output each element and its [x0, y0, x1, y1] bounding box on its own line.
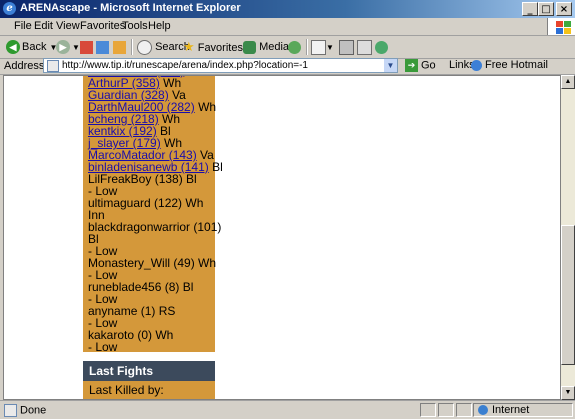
- last-fights-panel: Last Fights Last Killed by:: [83, 361, 215, 399]
- title-bar: e ARENAscape - Microsoft Internet Explor…: [0, 0, 575, 18]
- zone-label: Internet: [492, 404, 530, 416]
- messenger-icon: [375, 40, 388, 54]
- favorites-button[interactable]: ★ Favorites: [183, 39, 243, 55]
- toolbar-separator: [131, 39, 133, 55]
- menu-help[interactable]: Help: [148, 20, 171, 32]
- page-icon: [4, 404, 17, 417]
- player-class: Wh: [194, 100, 217, 114]
- last-fights-title: Last Fights: [89, 364, 154, 378]
- refresh-icon: [96, 40, 109, 54]
- search-button[interactable]: Search: [137, 39, 190, 55]
- minimize-button[interactable]: _: [522, 2, 538, 16]
- window-title: ARENAscape - Microsoft Internet Explorer: [20, 2, 241, 14]
- back-button[interactable]: ◀ Back ▼: [6, 39, 57, 55]
- page-content: SSJ5Trunks (359) FaArthurP (358) WhGuard…: [3, 75, 561, 400]
- menu-tools[interactable]: Tools: [122, 20, 148, 32]
- standard-toolbar: ◀ Back ▼ ▶ ▼ Search ★ Favorites Media ▼: [0, 36, 575, 59]
- status-bar: Done Internet: [0, 400, 575, 419]
- player-entry-text: - Low: [88, 340, 118, 354]
- status-text: Done: [4, 404, 46, 417]
- security-zone: Internet: [473, 403, 573, 417]
- edit-icon: [357, 39, 372, 55]
- hotmail-icon: [471, 59, 482, 71]
- windows-flag-icon: [547, 18, 575, 35]
- menu-edit[interactable]: Edit: [34, 20, 53, 32]
- status-done: Done: [20, 404, 47, 417]
- address-dropdown-icon[interactable]: ▼: [384, 59, 397, 72]
- star-icon: ★: [183, 39, 195, 54]
- go-label: Go: [421, 59, 436, 72]
- stop-button[interactable]: [80, 39, 93, 55]
- mail-icon: [311, 39, 326, 55]
- back-label: Back: [22, 41, 47, 53]
- refresh-button[interactable]: [96, 39, 109, 55]
- print-icon: [339, 39, 354, 55]
- edit-button[interactable]: [357, 39, 372, 55]
- scroll-up-arrow-icon[interactable]: ▲: [561, 75, 575, 89]
- player-list: SSJ5Trunks (359) FaArthurP (358) WhGuard…: [88, 76, 223, 354]
- messenger-button[interactable]: [375, 39, 388, 55]
- player-class: Bl: [208, 160, 223, 174]
- menu-view[interactable]: View: [56, 20, 80, 32]
- scroll-thumb[interactable]: [561, 225, 575, 365]
- print-button[interactable]: [339, 39, 354, 55]
- stop-icon: [80, 40, 93, 54]
- free-hotmail-link[interactable]: Free Hotmail: [471, 59, 548, 71]
- history-icon: [288, 40, 301, 54]
- chevron-down-icon: ▼: [72, 43, 80, 52]
- mail-button[interactable]: ▼: [311, 39, 334, 55]
- page-icon: [47, 60, 59, 72]
- media-button[interactable]: Media: [243, 39, 289, 55]
- go-arrow-icon: ➔: [405, 59, 418, 72]
- player-entry-text: ultimaguard (122) Wh: [88, 196, 204, 210]
- media-icon: [243, 40, 256, 54]
- status-cell: [420, 403, 436, 417]
- last-killed-by-label: Last Killed by:: [89, 383, 164, 397]
- favorites-label: Favorites: [197, 42, 243, 54]
- menu-file[interactable]: File: [14, 20, 32, 32]
- status-cell: [438, 403, 454, 417]
- close-button[interactable]: ×: [556, 2, 572, 16]
- address-url: http://www.tip.it/runescape/arena/index.…: [62, 60, 308, 71]
- back-arrow-icon: ◀: [6, 40, 20, 55]
- home-button[interactable]: [113, 39, 126, 55]
- menu-favorites[interactable]: Favorites: [80, 20, 125, 32]
- go-button[interactable]: ➔ Go: [405, 59, 436, 72]
- history-button[interactable]: [288, 39, 301, 55]
- home-icon: [113, 40, 126, 54]
- forward-button[interactable]: ▶ ▼: [56, 39, 80, 55]
- globe-icon: [478, 405, 488, 416]
- chevron-down-icon: ▼: [326, 43, 334, 52]
- player-list-panel: SSJ5Trunks (359) FaArthurP (358) WhGuard…: [83, 76, 223, 354]
- maximize-button[interactable]: □: [538, 2, 554, 16]
- player-class: Fa: [184, 76, 202, 78]
- forward-arrow-icon: ▶: [56, 40, 70, 55]
- media-label: Media: [259, 41, 290, 53]
- player-entry-text: blackdragonwarrior (101): [88, 220, 222, 234]
- last-fights-header: Last Fights: [83, 361, 215, 381]
- status-cell: [456, 403, 472, 417]
- ie-logo-icon: e: [3, 2, 16, 15]
- address-bar: Address http://www.tip.it/runescape/aren…: [0, 58, 575, 75]
- menu-bar: File Edit View Favorites Tools Help: [0, 18, 575, 36]
- toolbar-separator: [306, 39, 308, 55]
- vertical-scrollbar[interactable]: ▲ ▼: [561, 75, 575, 400]
- address-input[interactable]: http://www.tip.it/runescape/arena/index.…: [43, 58, 398, 73]
- search-icon: [137, 39, 152, 55]
- address-label: Address: [4, 60, 45, 72]
- scroll-down-arrow-icon[interactable]: ▼: [561, 386, 575, 400]
- hotmail-label: Free Hotmail: [485, 59, 548, 71]
